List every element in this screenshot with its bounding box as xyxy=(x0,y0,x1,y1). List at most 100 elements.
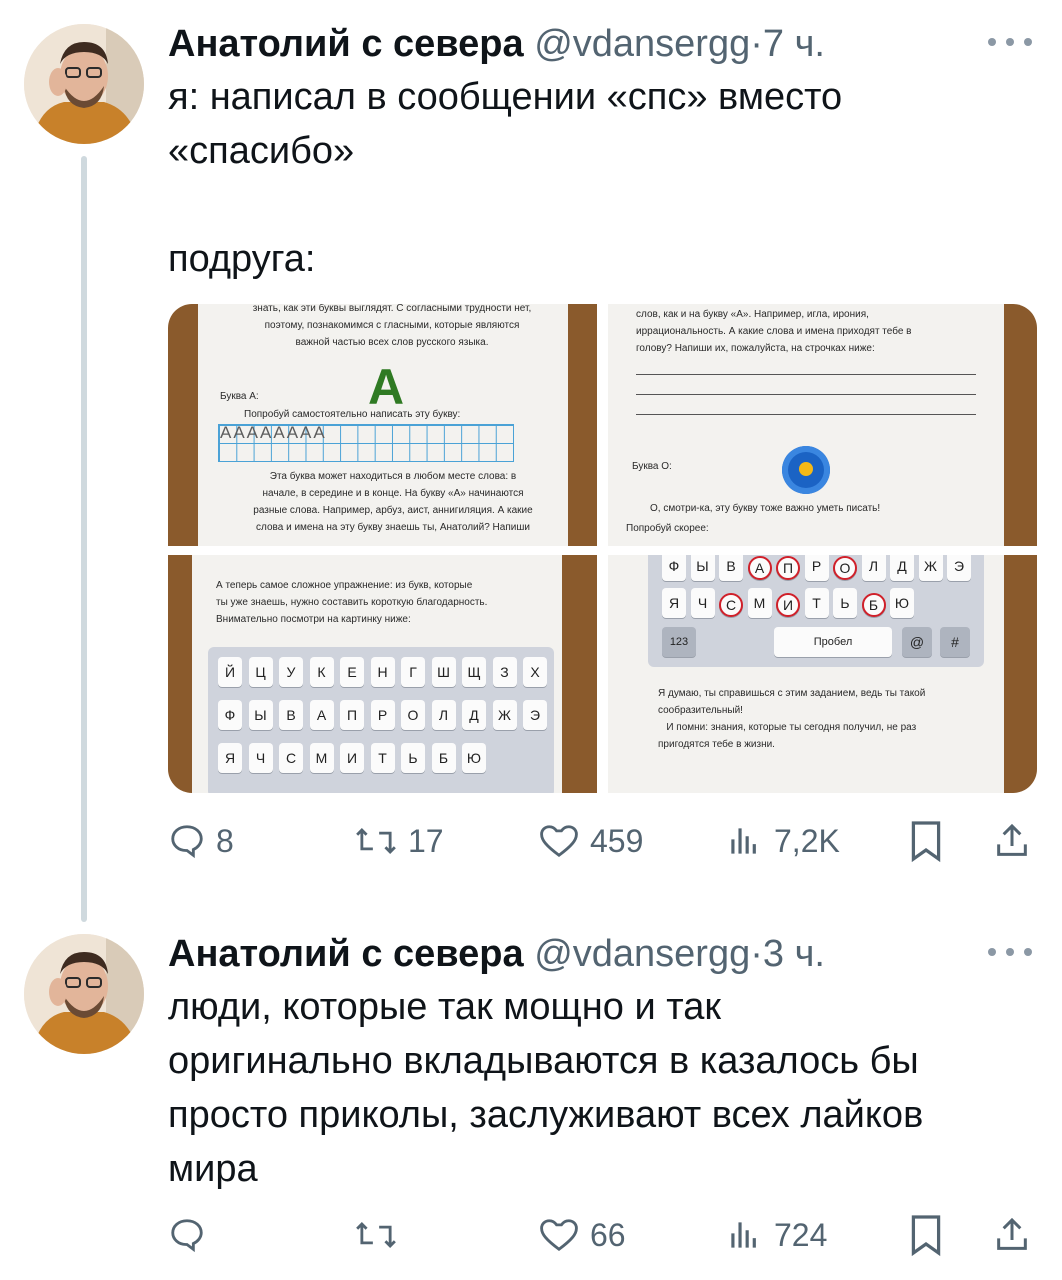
thread-line xyxy=(81,156,87,922)
keyboard-key: А xyxy=(747,556,772,580)
bookmark-icon[interactable] xyxy=(908,818,944,864)
like-icon xyxy=(538,822,580,860)
p2-letter-label: Буква О: xyxy=(632,461,672,472)
tweet-text: люди, которые так мощно и так оригинальн… xyxy=(168,986,924,1190)
more-icon[interactable] xyxy=(988,32,1032,52)
keyboard-key: Ц xyxy=(248,657,273,687)
tweet-1[interactable]: Анатолий с севера @vdansergg·7 ч. я: нап… xyxy=(0,0,1062,922)
keyboard-key: Б xyxy=(431,743,456,773)
keyboard-key: М xyxy=(309,743,334,773)
more-icon[interactable] xyxy=(988,942,1032,962)
timestamp[interactable]: 3 ч. xyxy=(763,933,825,975)
share-icon[interactable] xyxy=(992,818,1032,864)
keyboard-key: Я xyxy=(662,588,686,618)
keyboard-key: О xyxy=(833,556,857,580)
reply-button[interactable] xyxy=(168,1212,206,1258)
keyboard-key: Ж xyxy=(492,700,517,730)
p4-key-hash: # xyxy=(940,627,970,657)
keyboard-key: Я xyxy=(218,743,242,773)
retweet-icon xyxy=(354,822,398,860)
tweet-2[interactable]: Анатолий с севера @vdansergg·3 ч. люди, … xyxy=(0,920,1062,1280)
media-image-4[interactable]: ФЫВАПРОЛДЖЭ ЯЧСМИТЬБЮ 123 Пробел @ # Я д… xyxy=(608,555,1037,793)
avatar[interactable] xyxy=(24,24,144,144)
p2-prompt: Попробуй скорее: xyxy=(626,523,709,534)
keyboard-key: Ь xyxy=(401,743,425,773)
retweet-icon xyxy=(354,1216,398,1254)
retweet-count: 17 xyxy=(408,822,444,859)
p4-keyboard: ФЫВАПРОЛДЖЭ ЯЧСМИТЬБЮ 123 Пробел @ # xyxy=(648,555,984,667)
p4-key-at: @ xyxy=(902,627,932,657)
keyboard-key: Ф xyxy=(218,700,242,730)
author-handle[interactable]: @vdansergg xyxy=(534,23,750,65)
like-button[interactable]: 459 xyxy=(538,818,643,864)
keyboard-key: П xyxy=(340,700,364,730)
keyboard-key: Ю xyxy=(890,588,914,618)
p1-prompt: Попробуй самостоятельно написать эту бук… xyxy=(244,409,461,420)
media-image-2[interactable]: слов, как и на букву «А». Например, игла… xyxy=(608,304,1037,546)
retweet-button[interactable] xyxy=(354,1212,398,1258)
p1-letter-label: Буква А: xyxy=(220,391,259,402)
keyboard-key: Р xyxy=(804,555,829,581)
keyboard-key: Ь xyxy=(833,588,857,618)
timestamp[interactable]: 7 ч. xyxy=(763,23,825,65)
keyboard-key: Е xyxy=(340,657,364,687)
keyboard-key: Н xyxy=(370,657,395,687)
keyboard-key: С xyxy=(279,743,303,773)
reply-icon xyxy=(168,1216,206,1254)
views-icon xyxy=(724,1216,764,1254)
keyboard-key: Т xyxy=(370,743,395,773)
keyboard-key: У xyxy=(279,657,303,687)
share-icon[interactable] xyxy=(992,1212,1032,1258)
separator: · xyxy=(750,23,763,65)
keyboard-key: Ю xyxy=(462,743,486,773)
retweet-button[interactable]: 17 xyxy=(354,818,444,864)
p3-body: А теперь самое сложное упражнение: из бу… xyxy=(216,580,488,625)
keyboard-key: Ы xyxy=(690,555,715,581)
keyboard-key: Щ xyxy=(462,657,486,687)
author-name[interactable]: Анатолий с севера xyxy=(168,23,524,65)
keyboard-key: К xyxy=(309,657,334,687)
like-button[interactable]: 66 xyxy=(538,1212,626,1258)
media-image-1[interactable]: знать, как эти буквы выглядят. С согласн… xyxy=(168,304,597,546)
keyboard-key: И xyxy=(776,593,800,617)
media-grid[interactable]: знать, как эти буквы выглядят. С согласн… xyxy=(168,304,1037,793)
keyboard-key: Ж xyxy=(918,555,943,581)
action-bar: 8 17 459 7,2K xyxy=(168,818,1038,864)
action-bar: 66 724 xyxy=(168,1212,1038,1258)
views-count: 724 xyxy=(774,1216,828,1253)
author-name[interactable]: Анатолий с севера xyxy=(168,933,524,975)
keyboard-key: Р xyxy=(370,700,395,730)
views-button[interactable]: 7,2K xyxy=(724,818,840,864)
p2-body2: О, смотри-ка, эту букву тоже важно уметь… xyxy=(650,503,881,514)
separator: · xyxy=(750,933,763,975)
keyboard-key: Л xyxy=(431,700,456,730)
like-count: 459 xyxy=(590,822,644,859)
keyboard-key: Ф xyxy=(662,555,686,581)
keyboard-key: Ы xyxy=(248,700,273,730)
author-handle[interactable]: @vdansergg xyxy=(534,933,750,975)
views-button[interactable]: 724 xyxy=(724,1212,827,1258)
keyboard-key: Б xyxy=(861,593,886,617)
keyboard-key: С xyxy=(719,593,743,617)
p4-key-space: Пробел xyxy=(774,627,892,657)
p3-keyboard: ЙЦУКЕНГШЩЗХ ФЫВАПРОЛДЖЭ ЯЧСМИТЬБЮ xyxy=(208,647,554,793)
keyboard-key: Т xyxy=(804,588,829,618)
keyboard-key: П xyxy=(776,556,800,580)
reply-icon xyxy=(168,822,206,860)
reply-button[interactable]: 8 xyxy=(168,818,234,864)
tweet-header: Анатолий с севера @vdansergg·7 ч. xyxy=(168,22,825,66)
keyboard-key: В xyxy=(279,700,303,730)
keyboard-key: О xyxy=(401,700,425,730)
p1-body: Эта буква может находиться в любом месте… xyxy=(253,471,533,533)
keyboard-key: Ч xyxy=(248,743,273,773)
media-image-3[interactable]: А теперь самое сложное упражнение: из бу… xyxy=(168,555,597,793)
bookmark-icon[interactable] xyxy=(908,1212,944,1258)
reply-count: 8 xyxy=(216,822,234,859)
keyboard-key: Э xyxy=(523,700,547,730)
avatar[interactable] xyxy=(24,934,144,1054)
views-icon xyxy=(724,822,764,860)
p2-circle xyxy=(782,446,830,494)
p4-key-123: 123 xyxy=(662,627,696,657)
keyboard-key: А xyxy=(309,700,334,730)
p1-letters: АААААААА xyxy=(220,423,327,442)
